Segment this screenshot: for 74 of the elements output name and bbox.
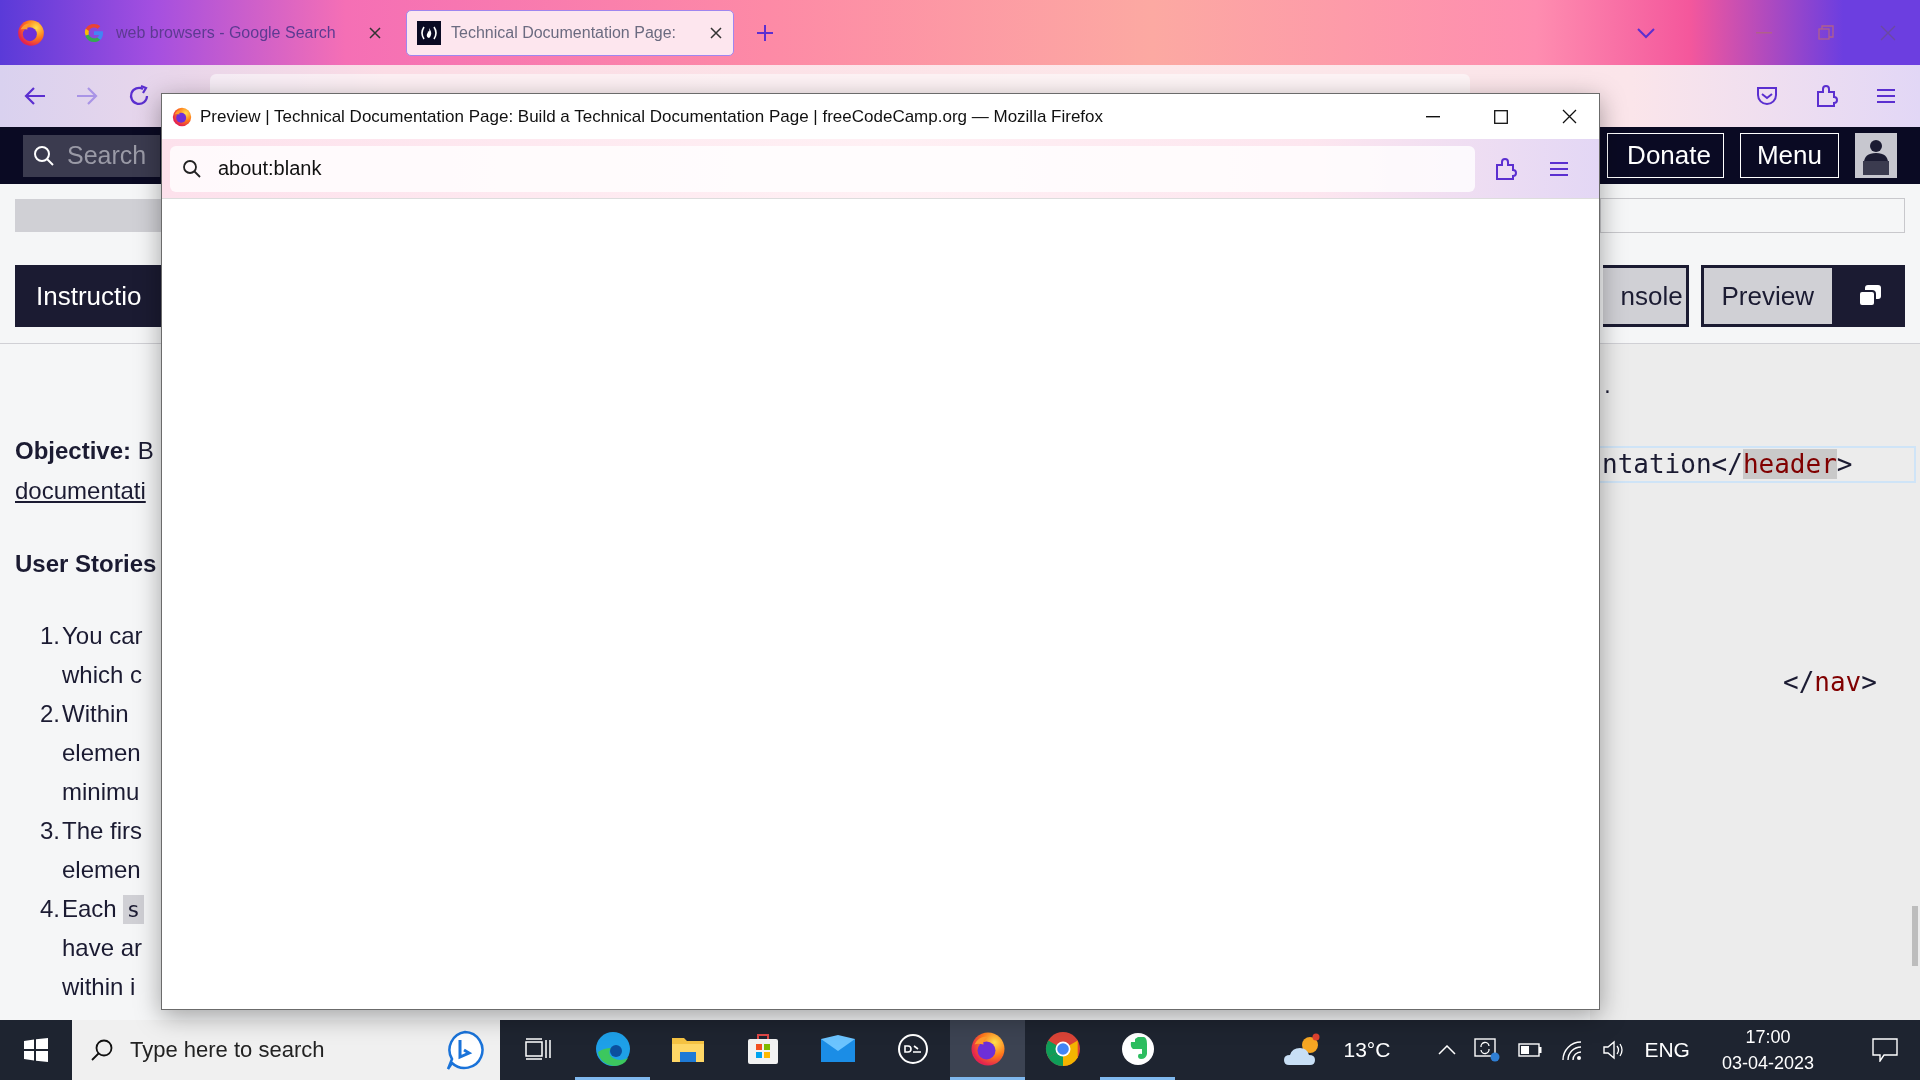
firefox-icon[interactable] [172, 106, 192, 127]
input-field[interactable] [1600, 198, 1905, 233]
list-text: Within [62, 700, 129, 727]
window-title: Preview | Technical Documentation Page: Build a Technical Documentation Page | freeCodeCamp.org — Mozilla Firefox [200, 106, 1104, 127]
panel-tab[interactable]: Preview [1700, 265, 1835, 327]
list-text: elemen [62, 739, 141, 766]
section-heading: User Stories [15, 549, 158, 579]
dell-logo-icon[interactable] [896, 1032, 929, 1065]
search-icon [33, 144, 55, 167]
url-field[interactable]: about:blank [170, 145, 1475, 192]
chevron-up-icon[interactable] [1438, 1045, 1457, 1055]
store-icon[interactable] [746, 1032, 779, 1065]
list-text: The firs [62, 817, 142, 844]
list-number: 3. [39, 816, 60, 846]
close-icon[interactable] [1562, 109, 1577, 124]
close-icon[interactable] [709, 25, 723, 40]
panel-tab[interactable]: nsole [1602, 265, 1689, 327]
documentation-link[interactable]: documentati [15, 477, 146, 504]
new-tab-icon[interactable] [756, 23, 774, 42]
code-text: . [1602, 376, 1613, 397]
edge-icon[interactable] [593, 1029, 632, 1068]
objective-label: Objective: [15, 437, 132, 464]
firefox-icon[interactable] [17, 18, 45, 47]
list-text: have ar [62, 934, 143, 961]
scrollbar-thumb[interactable] [1912, 906, 1918, 966]
temperature-text[interactable]: 13°C [1343, 1038, 1391, 1062]
nav-button[interactable]: Donate [1606, 133, 1724, 178]
search-icon [182, 158, 202, 179]
search-field[interactable]: Search [23, 134, 160, 177]
back-icon[interactable] [24, 86, 46, 106]
notification-icon[interactable] [1872, 1038, 1898, 1062]
chat-bubble-icon[interactable] [444, 1029, 486, 1071]
list-text: within i [62, 973, 136, 1000]
inline-code: s [122, 895, 144, 924]
task-view-icon[interactable] [524, 1037, 551, 1060]
list-text: You car [62, 622, 143, 649]
reload-icon[interactable] [128, 85, 150, 107]
list-text: minimu [62, 778, 140, 805]
windows-start-icon[interactable] [24, 1038, 48, 1062]
menu-icon[interactable] [1549, 160, 1569, 177]
code-editor[interactable]: . ntation</header> </nav> [1590, 344, 1920, 1020]
list-text: elemen [62, 856, 141, 883]
puzzle-icon[interactable] [1816, 84, 1838, 108]
list-number: 4. [39, 894, 60, 924]
search-icon [90, 1038, 114, 1062]
mail-icon[interactable] [819, 1034, 856, 1063]
list-number: 2. [39, 699, 60, 729]
elephant-icon[interactable] [1120, 1031, 1155, 1066]
menu-icon[interactable] [1876, 88, 1896, 104]
panel-tab[interactable]: Instructio [15, 265, 161, 327]
clock[interactable]: 17:00 03-04-2023 [1721, 1024, 1814, 1076]
maximize-icon[interactable] [1494, 109, 1508, 124]
chrome-icon[interactable] [1044, 1030, 1081, 1067]
list-text: Each [62, 895, 117, 922]
nav-button[interactable]: Menu [1739, 133, 1839, 178]
chevron-down-icon[interactable] [1636, 26, 1656, 39]
avatar-icon[interactable] [1855, 133, 1897, 178]
window-toggle-button[interactable] [1835, 265, 1905, 327]
minimize-icon[interactable] [1426, 115, 1440, 118]
list-number: 1. [39, 621, 60, 651]
windows-stack-icon [1858, 284, 1882, 308]
code-text: </nav> [1783, 667, 1877, 697]
objective-text: B [137, 437, 154, 464]
battery-icon[interactable] [1518, 1043, 1543, 1057]
taskbar-search-field[interactable]: Type here to search [72, 1020, 500, 1080]
flame-logo-icon [417, 20, 441, 45]
language-indicator[interactable]: ENG [1644, 1038, 1690, 1062]
code-text: ntation</header> [1602, 449, 1853, 479]
list-text: which c [62, 661, 143, 688]
sync-icon[interactable] [1474, 1038, 1501, 1062]
puzzle-icon[interactable] [1495, 156, 1517, 181]
pocket-icon[interactable] [1756, 86, 1778, 106]
browser-tab[interactable]: Technical Documentation Page: [406, 9, 734, 56]
firefox-icon[interactable] [969, 1030, 1006, 1067]
